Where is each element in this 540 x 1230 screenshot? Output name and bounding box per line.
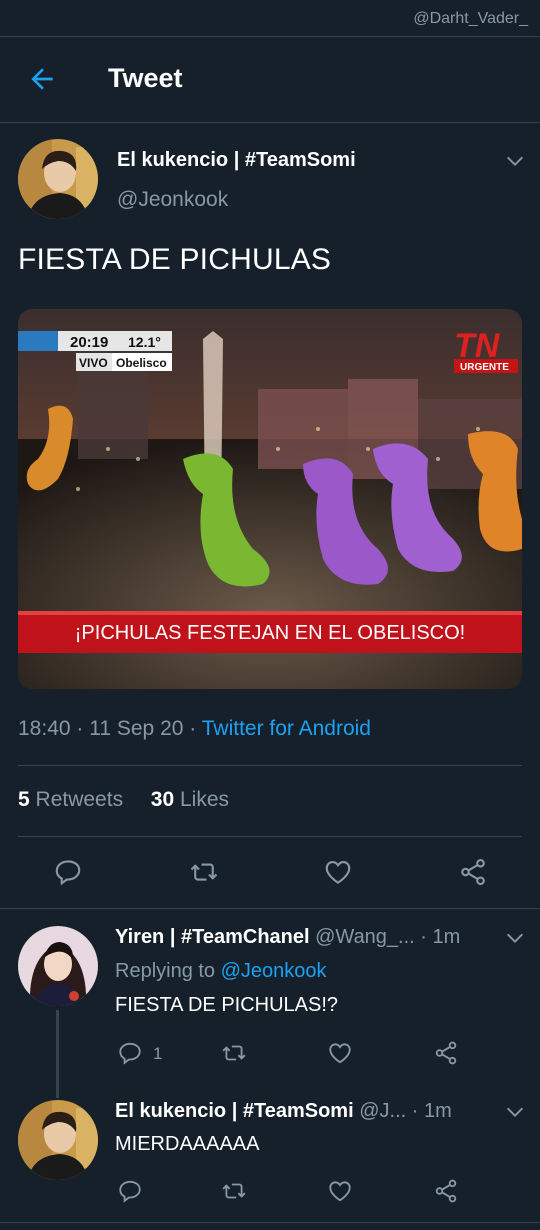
share-icon[interactable] <box>433 1040 459 1066</box>
replying-to-link[interactable]: @Jeonkook <box>221 960 327 982</box>
share-icon[interactable] <box>433 1178 459 1204</box>
author-avatar[interactable] <box>18 139 98 219</box>
tweet-text: FIESTA DE PICHULAS <box>18 243 332 276</box>
chevron-down-icon[interactable] <box>504 150 526 172</box>
reply-author[interactable]: El kukencio | #TeamSomi @J... · 1m <box>115 1100 452 1123</box>
header-bar: Tweet <box>0 37 540 123</box>
tweet-time: 18:40 <box>18 717 71 740</box>
divider <box>18 765 522 766</box>
reply-time: · 1m <box>420 926 461 948</box>
retweet-icon[interactable] <box>189 857 219 887</box>
share-icon[interactable] <box>458 857 488 887</box>
media-temp: 12.1° <box>128 334 161 350</box>
retweet-icon[interactable] <box>221 1178 247 1204</box>
author-handle[interactable]: @Jeonkook <box>117 188 228 212</box>
tweet-source-link[interactable]: Twitter for Android <box>202 717 371 740</box>
reply-count: 1 <box>153 1044 163 1063</box>
reply-time: · 1m <box>411 1100 452 1122</box>
reply-icon[interactable] <box>117 1040 143 1066</box>
reply-author-name[interactable]: Yiren | #TeamChanel <box>115 926 310 948</box>
like-icon[interactable] <box>327 1178 353 1204</box>
urgent-label: URGENTE <box>460 362 509 373</box>
tweet-meta: 18:40 · 11 Sep 20 · Twitter for Android <box>18 717 371 740</box>
reply-avatar[interactable] <box>18 1100 98 1180</box>
media-headline: ¡PICHULAS FESTEJAN EN EL OBELISCO! <box>75 622 465 644</box>
watermark: @Darht_Vader_ <box>413 10 528 27</box>
tweet-stats: 5 Retweets 30 Likes <box>18 788 229 812</box>
divider <box>0 1222 540 1223</box>
retweet-icon[interactable] <box>221 1040 247 1066</box>
thread-line <box>56 1010 59 1098</box>
reply-avatar[interactable] <box>18 926 98 1006</box>
divider <box>0 908 540 909</box>
chevron-down-icon[interactable] <box>504 927 526 949</box>
back-arrow-icon[interactable] <box>26 63 58 95</box>
replying-to: Replying to @Jeonkook <box>115 960 327 982</box>
reply-text: FIESTA DE PICHULAS!? <box>115 994 339 1016</box>
retweets-stat[interactable]: 5 Retweets <box>18 788 123 811</box>
reply-author-name[interactable]: El kukencio | #TeamSomi <box>115 1100 354 1122</box>
tweet-date: 11 Sep 20 <box>89 717 184 740</box>
media-location: Obelisco <box>116 356 167 370</box>
tweet-image[interactable]: 20:19 12.1° VIVO Obelisco TN URGENTE ¡PI… <box>18 309 522 689</box>
like-icon[interactable] <box>327 1040 353 1066</box>
page-title: Tweet <box>108 63 183 93</box>
reply-icon[interactable] <box>117 1178 143 1204</box>
media-time: 20:19 <box>70 334 108 351</box>
like-icon[interactable] <box>323 857 353 887</box>
reply-icon[interactable] <box>53 857 83 887</box>
chevron-down-icon[interactable] <box>504 1101 526 1123</box>
reply-text: MIERDAAAAAA <box>115 1133 260 1155</box>
likes-stat[interactable]: 30 Likes <box>151 788 229 811</box>
author-name[interactable]: El kukencio | #TeamSomi <box>117 149 356 172</box>
reply-author-handle[interactable]: @J... <box>359 1100 406 1122</box>
reply-author[interactable]: Yiren | #TeamChanel @Wang_... · 1m <box>115 926 460 949</box>
media-live-label: VIVO <box>79 356 108 370</box>
reply-author-handle[interactable]: @Wang_... <box>315 926 415 948</box>
divider <box>18 836 522 837</box>
